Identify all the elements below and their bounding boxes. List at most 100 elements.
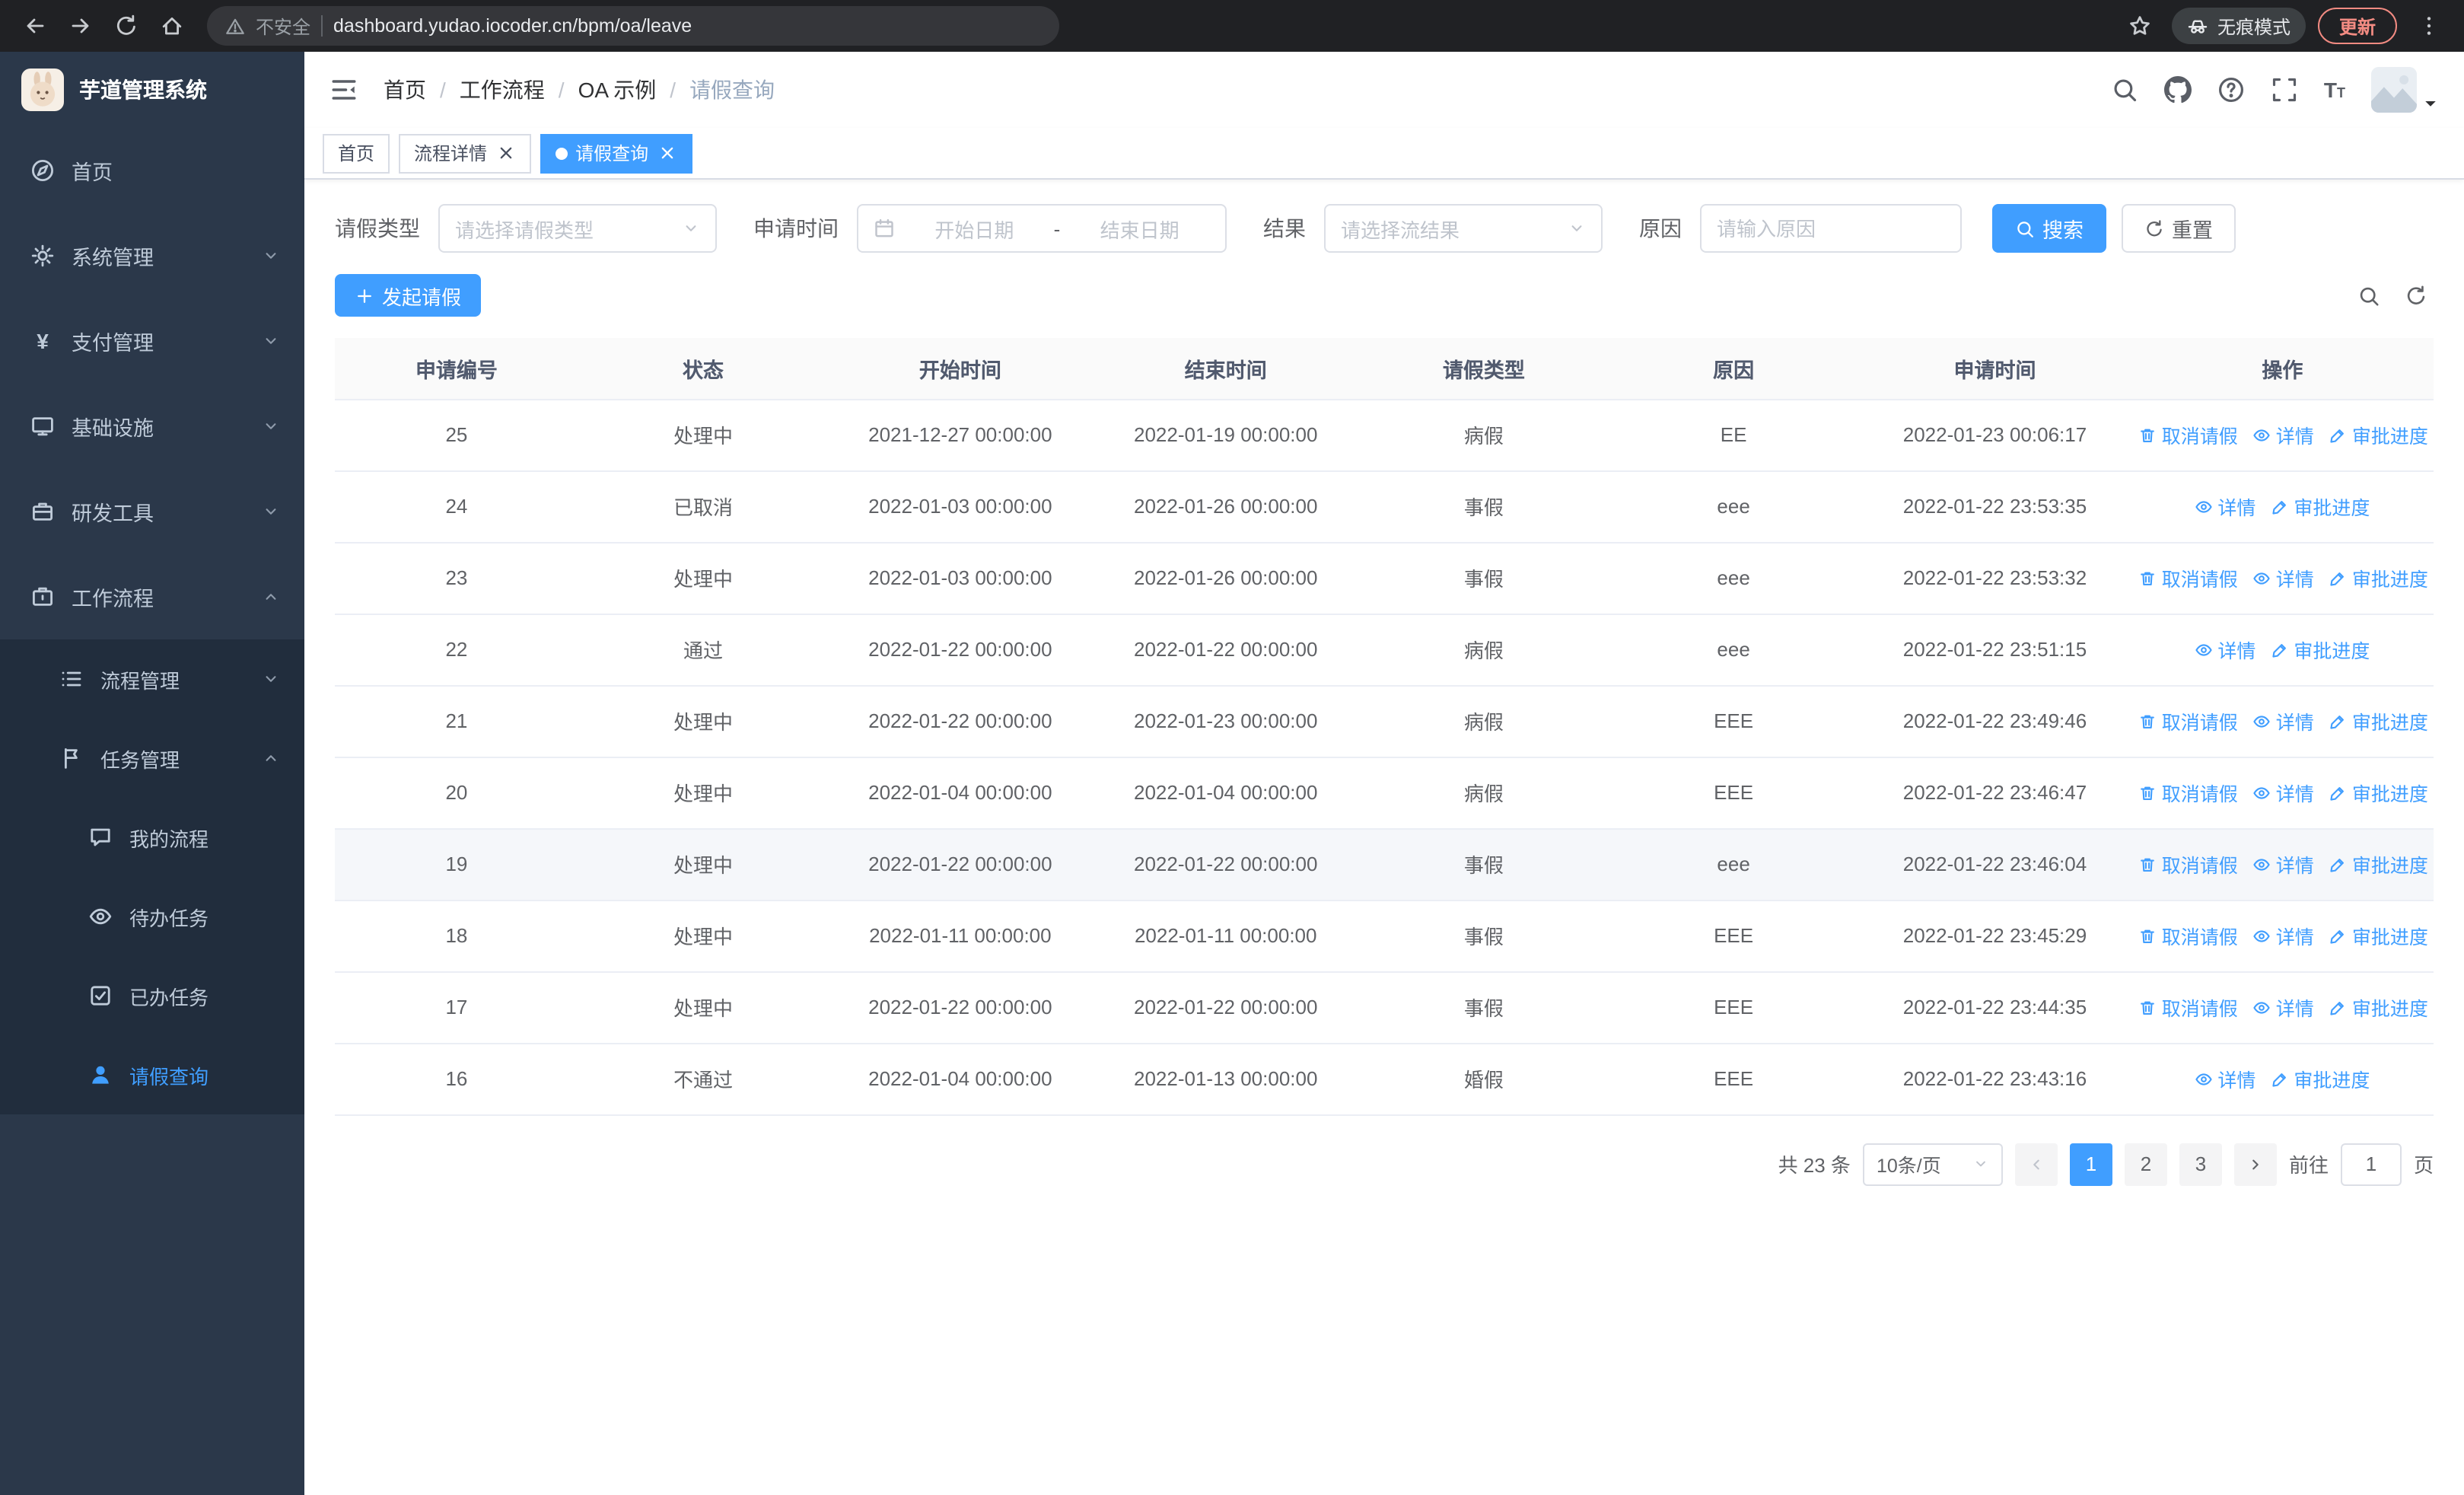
- cell-actions: 取消请假 详情 审批进度: [2131, 757, 2434, 829]
- detail-link[interactable]: 详情: [2195, 492, 2255, 521]
- browser-home-icon[interactable]: [152, 6, 192, 46]
- detail-link[interactable]: 详情: [2253, 993, 2314, 1022]
- address-bar[interactable]: 不安全 dashboard.yudao.iocoder.cn/bpm/oa/le…: [207, 6, 1059, 46]
- sidebar-item-payment-mgmt[interactable]: ¥ 支付管理: [0, 298, 304, 384]
- page-button-2[interactable]: 2: [2124, 1143, 2167, 1185]
- result-select[interactable]: 请选择流结果: [1324, 204, 1603, 253]
- sidebar-item-leave-query[interactable]: 请假查询: [0, 1035, 304, 1114]
- cancel-leave-link[interactable]: 取消请假: [2139, 993, 2238, 1022]
- tab-process-detail[interactable]: 流程详情: [399, 133, 532, 173]
- breadcrumb-item[interactable]: 工作流程: [460, 75, 545, 105]
- cell-end-time: 2022-01-22 00:00:00: [1092, 971, 1359, 1044]
- header-search-icon[interactable]: [2111, 76, 2138, 104]
- cancel-leave-link[interactable]: 取消请假: [2139, 706, 2238, 735]
- search-label: 搜索: [2042, 219, 2084, 242]
- approval-progress-link[interactable]: 审批进度: [2329, 850, 2428, 878]
- user-menu[interactable]: [2371, 67, 2440, 113]
- sidebar-item-task-mgmt[interactable]: 任务管理: [0, 719, 304, 798]
- reason-input[interactable]: [1700, 204, 1962, 253]
- cell-apply-id: 20: [335, 757, 578, 829]
- sidebar-item-home[interactable]: 首页: [0, 128, 304, 213]
- font-size-icon[interactable]: TT: [2324, 78, 2345, 102]
- detail-link[interactable]: 详情: [2253, 921, 2314, 950]
- active-tab-indicator: [556, 147, 568, 159]
- github-icon[interactable]: [2163, 76, 2192, 104]
- detail-link[interactable]: 详情: [2253, 850, 2314, 878]
- tab-leave-query[interactable]: 请假查询: [540, 133, 693, 173]
- tab-close-icon[interactable]: [657, 143, 677, 163]
- approval-progress-link[interactable]: 审批进度: [2329, 420, 2428, 449]
- cell-start-time: 2022-01-22 00:00:00: [828, 685, 1093, 757]
- logo-avatar: [21, 69, 64, 111]
- goto-page-input[interactable]: [2340, 1143, 2402, 1185]
- approval-progress-link[interactable]: 审批进度: [2271, 492, 2370, 521]
- cancel-leave-link[interactable]: 取消请假: [2139, 420, 2238, 449]
- search-button[interactable]: 搜索: [1992, 204, 2106, 253]
- cancel-leave-link[interactable]: 取消请假: [2139, 850, 2238, 878]
- sidebar-item-infrastructure[interactable]: 基础设施: [0, 384, 304, 469]
- update-label: 更新: [2338, 16, 2376, 37]
- filter-form: 请假类型 请选择请假类型 申请时间 开始日期 - 结束日期 结果 请选择流结果: [335, 204, 2434, 253]
- cell-actions: 取消请假 详情 审批进度: [2131, 828, 2434, 901]
- cancel-leave-link[interactable]: 取消请假: [2139, 921, 2238, 950]
- sidebar-item-process-mgmt[interactable]: 流程管理: [0, 639, 304, 719]
- sidebar-item-dev-tools[interactable]: 研发工具: [0, 469, 304, 554]
- table-row: 20 处理中 2022-01-04 00:00:00 2022-01-04 00:00…: [335, 757, 2434, 829]
- cell-reason: eee: [1609, 828, 1859, 901]
- help-icon[interactable]: [2217, 76, 2245, 104]
- approval-progress-link[interactable]: 审批进度: [2329, 778, 2428, 807]
- approval-progress-link[interactable]: 审批进度: [2329, 706, 2428, 735]
- browser-menu-icon[interactable]: [2409, 6, 2449, 46]
- cancel-leave-link[interactable]: 取消请假: [2139, 778, 2238, 807]
- action-label: 取消请假: [2161, 569, 2238, 591]
- breadcrumb-item[interactable]: OA 示例: [578, 75, 657, 105]
- detail-link[interactable]: 详情: [2195, 635, 2255, 664]
- detail-link[interactable]: 详情: [2253, 420, 2314, 449]
- detail-link[interactable]: 详情: [2253, 706, 2314, 735]
- sidebar-item-todo-tasks[interactable]: 待办任务: [0, 877, 304, 956]
- create-leave-button[interactable]: 发起请假: [335, 274, 482, 317]
- page-size-select[interactable]: 10条/页: [1862, 1143, 2003, 1185]
- apply-time-range-picker[interactable]: 开始日期 - 结束日期: [857, 204, 1227, 253]
- tab-home[interactable]: 首页: [323, 133, 390, 173]
- cell-reason: eee: [1609, 470, 1859, 543]
- cancel-leave-link[interactable]: 取消请假: [2139, 563, 2238, 592]
- approval-progress-link[interactable]: 审批进度: [2329, 563, 2428, 592]
- browser-forward-icon[interactable]: [61, 6, 100, 46]
- menu-fold-icon[interactable]: [329, 75, 359, 105]
- page-button-3[interactable]: 3: [2179, 1143, 2222, 1185]
- approval-progress-link[interactable]: 审批进度: [2329, 993, 2428, 1022]
- next-page-button[interactable]: [2233, 1143, 2277, 1185]
- approval-progress-link[interactable]: 审批进度: [2329, 921, 2428, 950]
- sidebar-item-system-mgmt[interactable]: 系统管理: [0, 213, 304, 298]
- page-button-1[interactable]: 1: [2069, 1143, 2112, 1185]
- browser-reload-icon[interactable]: [107, 6, 146, 46]
- toggle-search-icon[interactable]: [2357, 284, 2380, 307]
- table-header-row: 申请编号 状态 开始时间 结束时间 请假类型 原因 申请时间 操作: [335, 338, 2434, 400]
- detail-link[interactable]: 详情: [2195, 1064, 2255, 1093]
- leave-type-select[interactable]: 请选择请假类型: [438, 204, 717, 253]
- avatar[interactable]: [2371, 67, 2417, 113]
- sidebar-item-my-process[interactable]: 我的流程: [0, 798, 304, 877]
- detail-link[interactable]: 详情: [2253, 778, 2314, 807]
- tab-close-icon[interactable]: [496, 143, 516, 163]
- sidebar-item-workflow[interactable]: 工作流程: [0, 554, 304, 639]
- action-label: 审批进度: [2351, 426, 2428, 448]
- detail-link[interactable]: 详情: [2253, 563, 2314, 592]
- view-icon: [2195, 1069, 2213, 1088]
- fullscreen-icon[interactable]: [2271, 76, 2298, 104]
- reset-button[interactable]: 重置: [2122, 204, 2236, 253]
- bookmark-star-icon[interactable]: [2120, 6, 2160, 46]
- refresh-table-icon[interactable]: [2405, 284, 2427, 307]
- view-icon: [2253, 998, 2271, 1016]
- update-button[interactable]: 更新: [2317, 8, 2397, 44]
- cell-reason: EEE: [1609, 1043, 1859, 1115]
- approval-progress-link[interactable]: 审批进度: [2271, 635, 2370, 664]
- sidebar-item-done-tasks[interactable]: 已办任务: [0, 956, 304, 1035]
- prev-page-button[interactable]: [2014, 1143, 2058, 1185]
- approval-progress-link[interactable]: 审批进度: [2271, 1064, 2370, 1093]
- cell-apply-time: 2022-01-22 23:46:04: [1858, 828, 2131, 901]
- breadcrumb-item[interactable]: 首页: [384, 75, 426, 105]
- app-logo[interactable]: 芋道管理系统: [0, 52, 304, 128]
- browser-back-icon[interactable]: [15, 6, 55, 46]
